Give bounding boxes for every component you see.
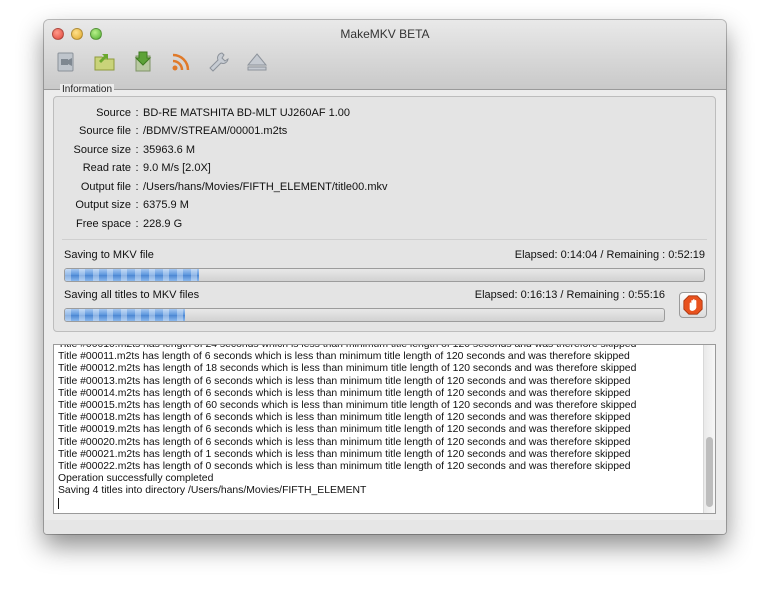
log-scrollbar[interactable]: [703, 345, 715, 513]
makemkv-window: MakeMKV BETA Information Source: BD-RE …: [44, 20, 726, 534]
current-progress-fill: [65, 269, 200, 281]
open-files-button[interactable]: [54, 48, 80, 76]
log-line: Saving 4 titles into directory /Users/ha…: [58, 485, 367, 497]
log-line: Title #00015.m2ts has length of 60 secon…: [58, 399, 637, 411]
info-label: Source: [96, 107, 131, 119]
elapsed-label: Elapsed: [474, 289, 515, 301]
information-group: Information Source : BD-RE MATSHITA BD-M…: [53, 84, 716, 332]
separator: [62, 239, 707, 240]
text-caret: [58, 498, 59, 510]
open-video-file-icon: [57, 52, 74, 72]
log-line: Title #00018.m2ts has length of 6 second…: [58, 412, 631, 424]
log-line: Title #00022.m2ts has length of 0 second…: [58, 460, 631, 472]
stream-rss-icon: [172, 53, 190, 71]
current-progress-title: Saving to MKV file: [64, 249, 154, 261]
backup-button[interactable]: [130, 48, 156, 76]
log-line: Operation successfully completed: [58, 473, 214, 485]
info-label: Source size: [73, 144, 131, 156]
stop-hand-icon: [683, 295, 703, 315]
elapsed-value: 0:14:04: [560, 249, 598, 261]
toolbar: [54, 48, 270, 76]
window-footer: [44, 520, 726, 534]
info-value: /Users/hans/Movies/FIFTH_ELEMENT/title00…: [143, 181, 388, 193]
info-row-output-file: Output file : /Users/hans/Movies/FIFTH_E…: [54, 178, 388, 196]
log-output[interactable]: Title #00010.m2ts has length of 24 secon…: [53, 344, 716, 514]
total-progress-title: Saving all titles to MKV files: [64, 289, 200, 301]
window-title: MakeMKV BETA: [340, 27, 430, 41]
preferences-button[interactable]: [206, 48, 232, 76]
title-bar: MakeMKV BETA: [44, 20, 726, 90]
log-line: Title #00011.m2ts has length of 6 second…: [58, 351, 630, 363]
current-progress-time: Elapsed: 0:14:04 / Remaining : 0:52:19: [514, 249, 705, 261]
eject-icon: [246, 53, 268, 71]
stream-button[interactable]: [168, 48, 194, 76]
info-label: Free space: [75, 218, 131, 230]
remaining-label: Remaining: [566, 289, 620, 301]
info-label: Output size: [75, 199, 131, 211]
remaining-value: 0:52:19: [668, 249, 705, 261]
info-label: Source file: [79, 125, 131, 137]
elapsed-label: Elapsed: [514, 249, 555, 261]
info-row-free-space: Free space : 228.9 G: [54, 215, 182, 233]
total-progress-bar: [64, 308, 665, 322]
information-group-label: Information: [60, 84, 115, 95]
log-line: Title #00013.m2ts has length of 6 second…: [58, 375, 631, 387]
eject-button[interactable]: [244, 48, 270, 76]
total-progress-time: Elapsed: 0:16:13 / Remaining : 0:55:16: [474, 289, 665, 301]
info-value: 35963.6 M: [143, 144, 195, 156]
info-value: 9.0 M/s [2.0X]: [143, 162, 211, 174]
info-row-source-size: Source size : 35963.6 M: [54, 141, 195, 159]
open-folder-icon: [94, 54, 115, 71]
info-row-source: Source : BD-RE MATSHITA BD-MLT UJ260AF 1…: [54, 104, 350, 122]
info-label: Read rate: [82, 162, 131, 174]
info-row-read-rate: Read rate : 9.0 M/s [2.0X]: [54, 159, 211, 177]
info-row-source-file: Source file : /BDMV/STREAM/00001.m2ts: [54, 122, 287, 140]
elapsed-value: 0:16:13: [520, 289, 558, 301]
remaining-value: 0:55:16: [628, 289, 665, 301]
info-value: 228.9 G: [143, 218, 183, 230]
stop-button[interactable]: [679, 292, 707, 318]
log-line: Title #00019.m2ts has length of 6 second…: [58, 424, 631, 436]
info-value: /BDMV/STREAM/00001.m2ts: [143, 125, 288, 137]
log-line: Title #00021.m2ts has length of 1 second…: [58, 448, 631, 460]
remaining-label: Remaining: [606, 249, 660, 261]
log-line: Title #00014.m2ts has length of 6 second…: [58, 387, 631, 399]
current-progress-bar: [64, 268, 705, 282]
info-row-output-size: Output size : 6375.9 M: [54, 196, 189, 214]
log-line: Title #00020.m2ts has length of 6 second…: [58, 436, 631, 448]
open-folder-button[interactable]: [92, 48, 118, 76]
info-label: Output file: [80, 181, 131, 193]
log-lines: Title #00010.m2ts has length of 24 secon…: [58, 344, 701, 510]
info-value: 6375.9 M: [143, 199, 189, 211]
info-value: BD-RE MATSHITA BD-MLT UJ260AF 1.00: [143, 107, 351, 119]
total-progress-fill: [65, 309, 185, 321]
log-line: Title #00012.m2ts has length of 18 secon…: [58, 363, 637, 375]
backup-disc-icon: [134, 51, 152, 72]
preferences-wrench-icon: [209, 52, 229, 72]
log-scrollbar-thumb[interactable]: [706, 437, 713, 507]
log-line: Title #00010.m2ts has length of 24 secon…: [58, 344, 637, 350]
